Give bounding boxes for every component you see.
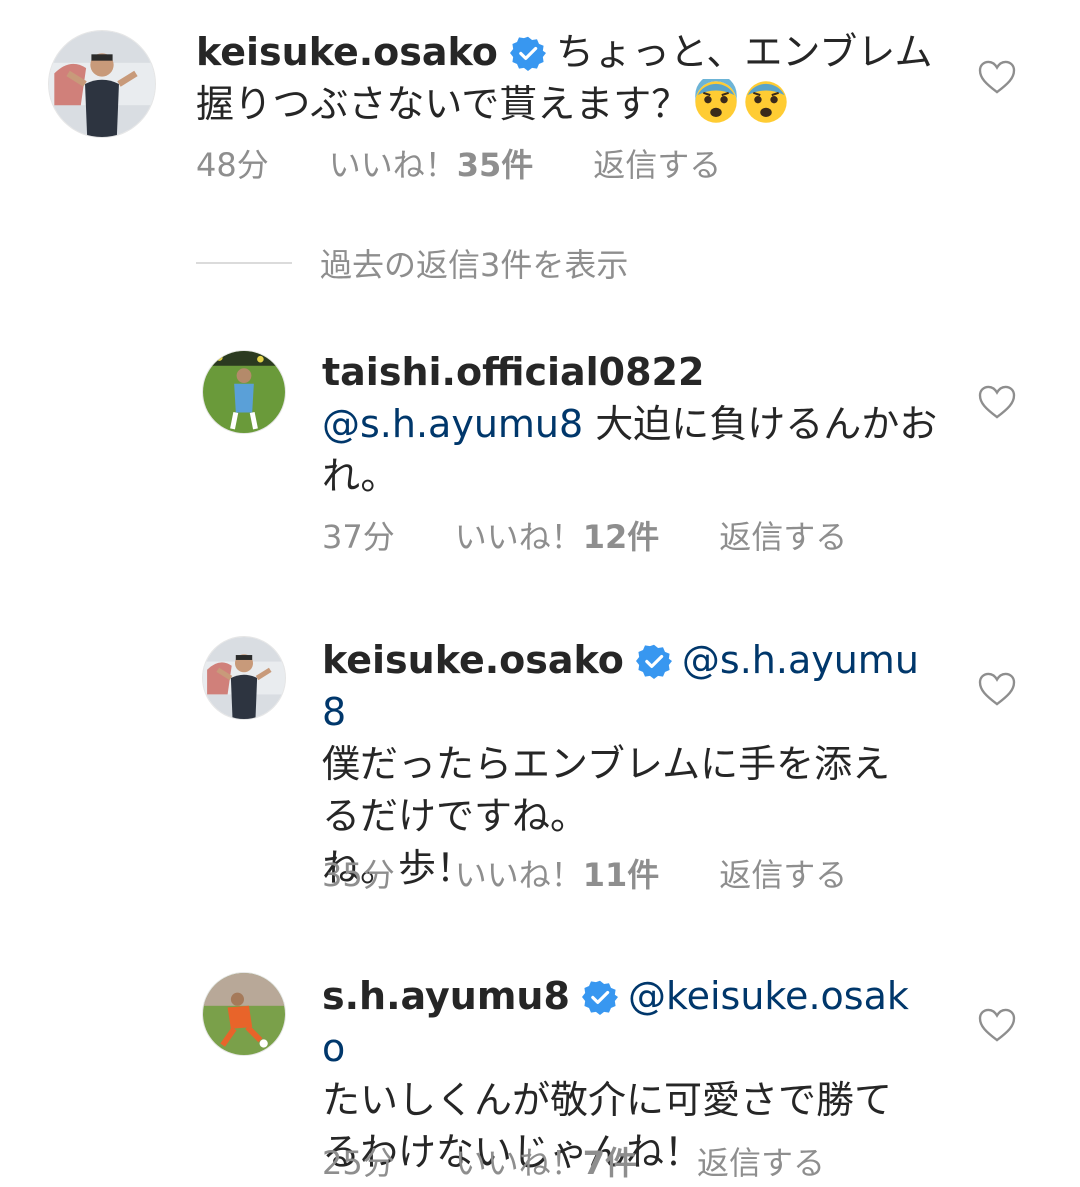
divider-line bbox=[196, 262, 292, 264]
avatar-image-keisuke bbox=[203, 637, 285, 719]
comment-time: 35分 bbox=[322, 856, 395, 894]
likes-count: 7件 bbox=[582, 1144, 638, 1182]
comment-likes[interactable]: いいね！11件 bbox=[455, 850, 660, 896]
avatar-image-keisuke bbox=[49, 31, 155, 137]
likes-label: いいね！ bbox=[454, 856, 583, 894]
comment-meta: 37分 いいね！12件 返信する bbox=[322, 512, 847, 558]
anxious-face-emoji bbox=[743, 79, 789, 125]
reply-button[interactable]: 返信する bbox=[593, 140, 721, 186]
likes-label: いいね！ bbox=[328, 146, 457, 184]
comment-likes[interactable]: いいね！35件 bbox=[329, 140, 534, 186]
comment-meta: 25分 いいね！7件 返信する bbox=[322, 1138, 825, 1184]
avatar[interactable] bbox=[48, 30, 156, 138]
verified-badge-icon bbox=[635, 640, 672, 679]
likes-count: 11件 bbox=[582, 856, 660, 894]
avatar[interactable] bbox=[202, 972, 286, 1056]
comment-time: 25分 bbox=[322, 1144, 395, 1182]
avatar-image-taishi bbox=[203, 351, 285, 433]
comment-username[interactable]: keisuke.osako bbox=[196, 30, 498, 74]
comment-username[interactable]: s.h.ayumu8 bbox=[322, 974, 570, 1018]
likes-label: いいね！ bbox=[454, 518, 583, 556]
likes-count: 12件 bbox=[582, 518, 660, 556]
comment-meta: 35分 いいね！11件 返信する bbox=[322, 850, 847, 896]
comment-username[interactable]: keisuke.osako bbox=[322, 638, 624, 682]
comment-meta: 48分 いいね！35件 返信する bbox=[196, 140, 721, 186]
comment-body: keisuke.osako ちょっと、エンブレム握りつぶさないで貰えます？ bbox=[196, 26, 936, 130]
like-heart-icon[interactable] bbox=[978, 60, 1016, 94]
view-replies-label: 過去の返信3件を表示 bbox=[320, 246, 629, 284]
mention-link[interactable]: @s.h.ayumu8 bbox=[322, 402, 583, 446]
verified-badge-icon bbox=[509, 32, 546, 71]
avatar[interactable] bbox=[202, 636, 286, 720]
like-heart-icon[interactable] bbox=[978, 385, 1016, 419]
anxious-face-emoji bbox=[693, 74, 739, 125]
avatar[interactable] bbox=[202, 350, 286, 434]
comment-body: taishi.official0822 @s.h.ayumu8 大迫に負けるんか… bbox=[322, 346, 942, 502]
comment-username[interactable]: taishi.official0822 bbox=[322, 350, 704, 394]
reply-button[interactable]: 返信する bbox=[719, 512, 847, 558]
comment-text: 僕だったらエンブレムに手を添えるだけですね。 bbox=[322, 742, 891, 838]
reply-button[interactable]: 返信する bbox=[719, 850, 847, 896]
comment-time: 48分 bbox=[196, 146, 269, 184]
comment-likes[interactable]: いいね！7件 bbox=[455, 1138, 637, 1184]
view-previous-replies[interactable]: 過去の返信3件を表示 bbox=[196, 240, 628, 286]
comment-likes[interactable]: いいね！12件 bbox=[455, 512, 660, 558]
like-heart-icon[interactable] bbox=[978, 1008, 1016, 1042]
reply-button[interactable]: 返信する bbox=[697, 1138, 825, 1184]
likes-count: 35件 bbox=[456, 146, 534, 184]
verified-badge-icon bbox=[581, 976, 618, 1015]
likes-label: いいね！ bbox=[454, 1144, 583, 1182]
like-heart-icon[interactable] bbox=[978, 672, 1016, 706]
comment-time: 37分 bbox=[322, 518, 395, 556]
avatar-image-ayumu bbox=[203, 973, 285, 1055]
